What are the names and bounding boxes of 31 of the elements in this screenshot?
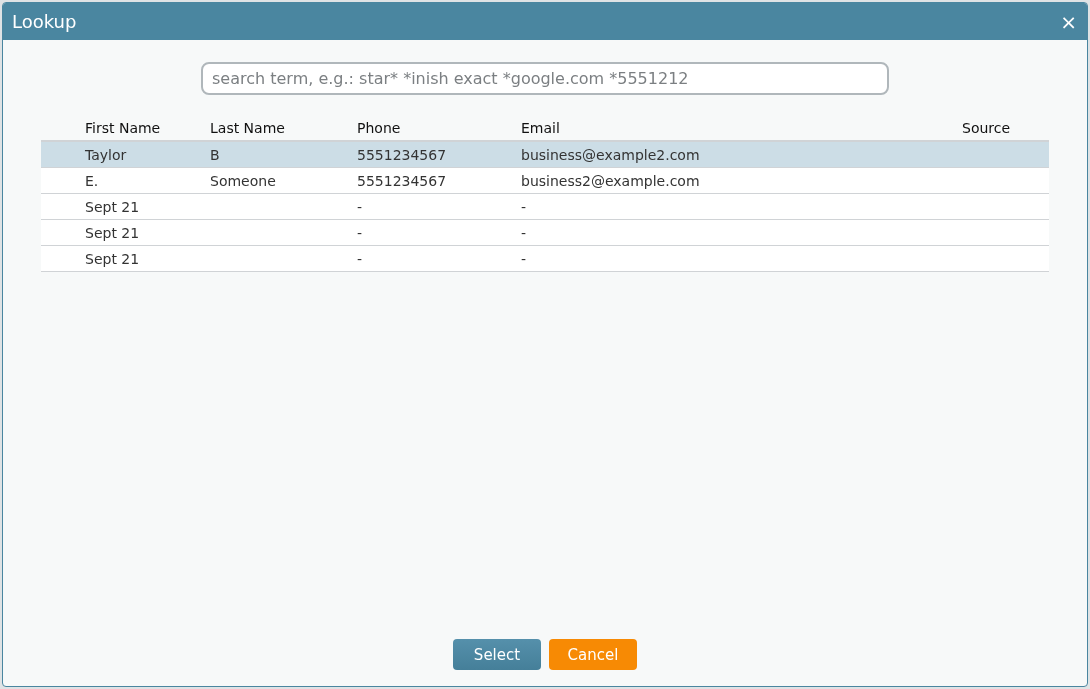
table-cell: 5551234567 (357, 172, 447, 189)
table-cell: business@example2.com (521, 146, 700, 163)
column-header: Last Name (210, 119, 286, 136)
table-cell: business2@example.com (521, 172, 700, 189)
table-cell: - (357, 198, 363, 215)
column-header: Phone (357, 119, 402, 136)
table-cell: Sept 21 (85, 250, 140, 267)
table-cell: B (210, 146, 220, 163)
table-cell: - (357, 250, 363, 267)
table-row[interactable]: E. Someone 5551234567 business2@example.com (41, 168, 1049, 194)
table-cell: - (521, 250, 527, 267)
table-row[interactable]: Sept 21 - - (41, 194, 1049, 220)
table-cell: 5551234567 (357, 146, 447, 163)
column-header: Email (521, 119, 561, 136)
column-header: Source (962, 119, 1012, 136)
column-header: First Name (85, 119, 162, 136)
table-cell: Someone (210, 172, 276, 189)
table-cell: - (521, 198, 527, 215)
window-title: Lookup (12, 11, 77, 32)
table-cell: Sept 21 (85, 224, 140, 241)
table-cell: Taylor (85, 146, 127, 163)
search-field[interactable]: search term, e.g.: star* *inish exact *google.com *5551212 (201, 62, 889, 95)
table-cell: - (521, 224, 527, 241)
table-row[interactable]: Sept 21 - - (41, 246, 1049, 272)
select-button[interactable]: Select (453, 639, 541, 670)
table-row[interactable]: Sept 21 - - (41, 220, 1049, 246)
table-cell: - (357, 224, 363, 241)
table-cell: E. (85, 172, 99, 189)
close-button[interactable]: × (1056, 11, 1081, 32)
table-row[interactable]: Taylor B 5551234567 business@example2.com (41, 142, 1049, 168)
table-cell: Sept 21 (85, 198, 140, 215)
